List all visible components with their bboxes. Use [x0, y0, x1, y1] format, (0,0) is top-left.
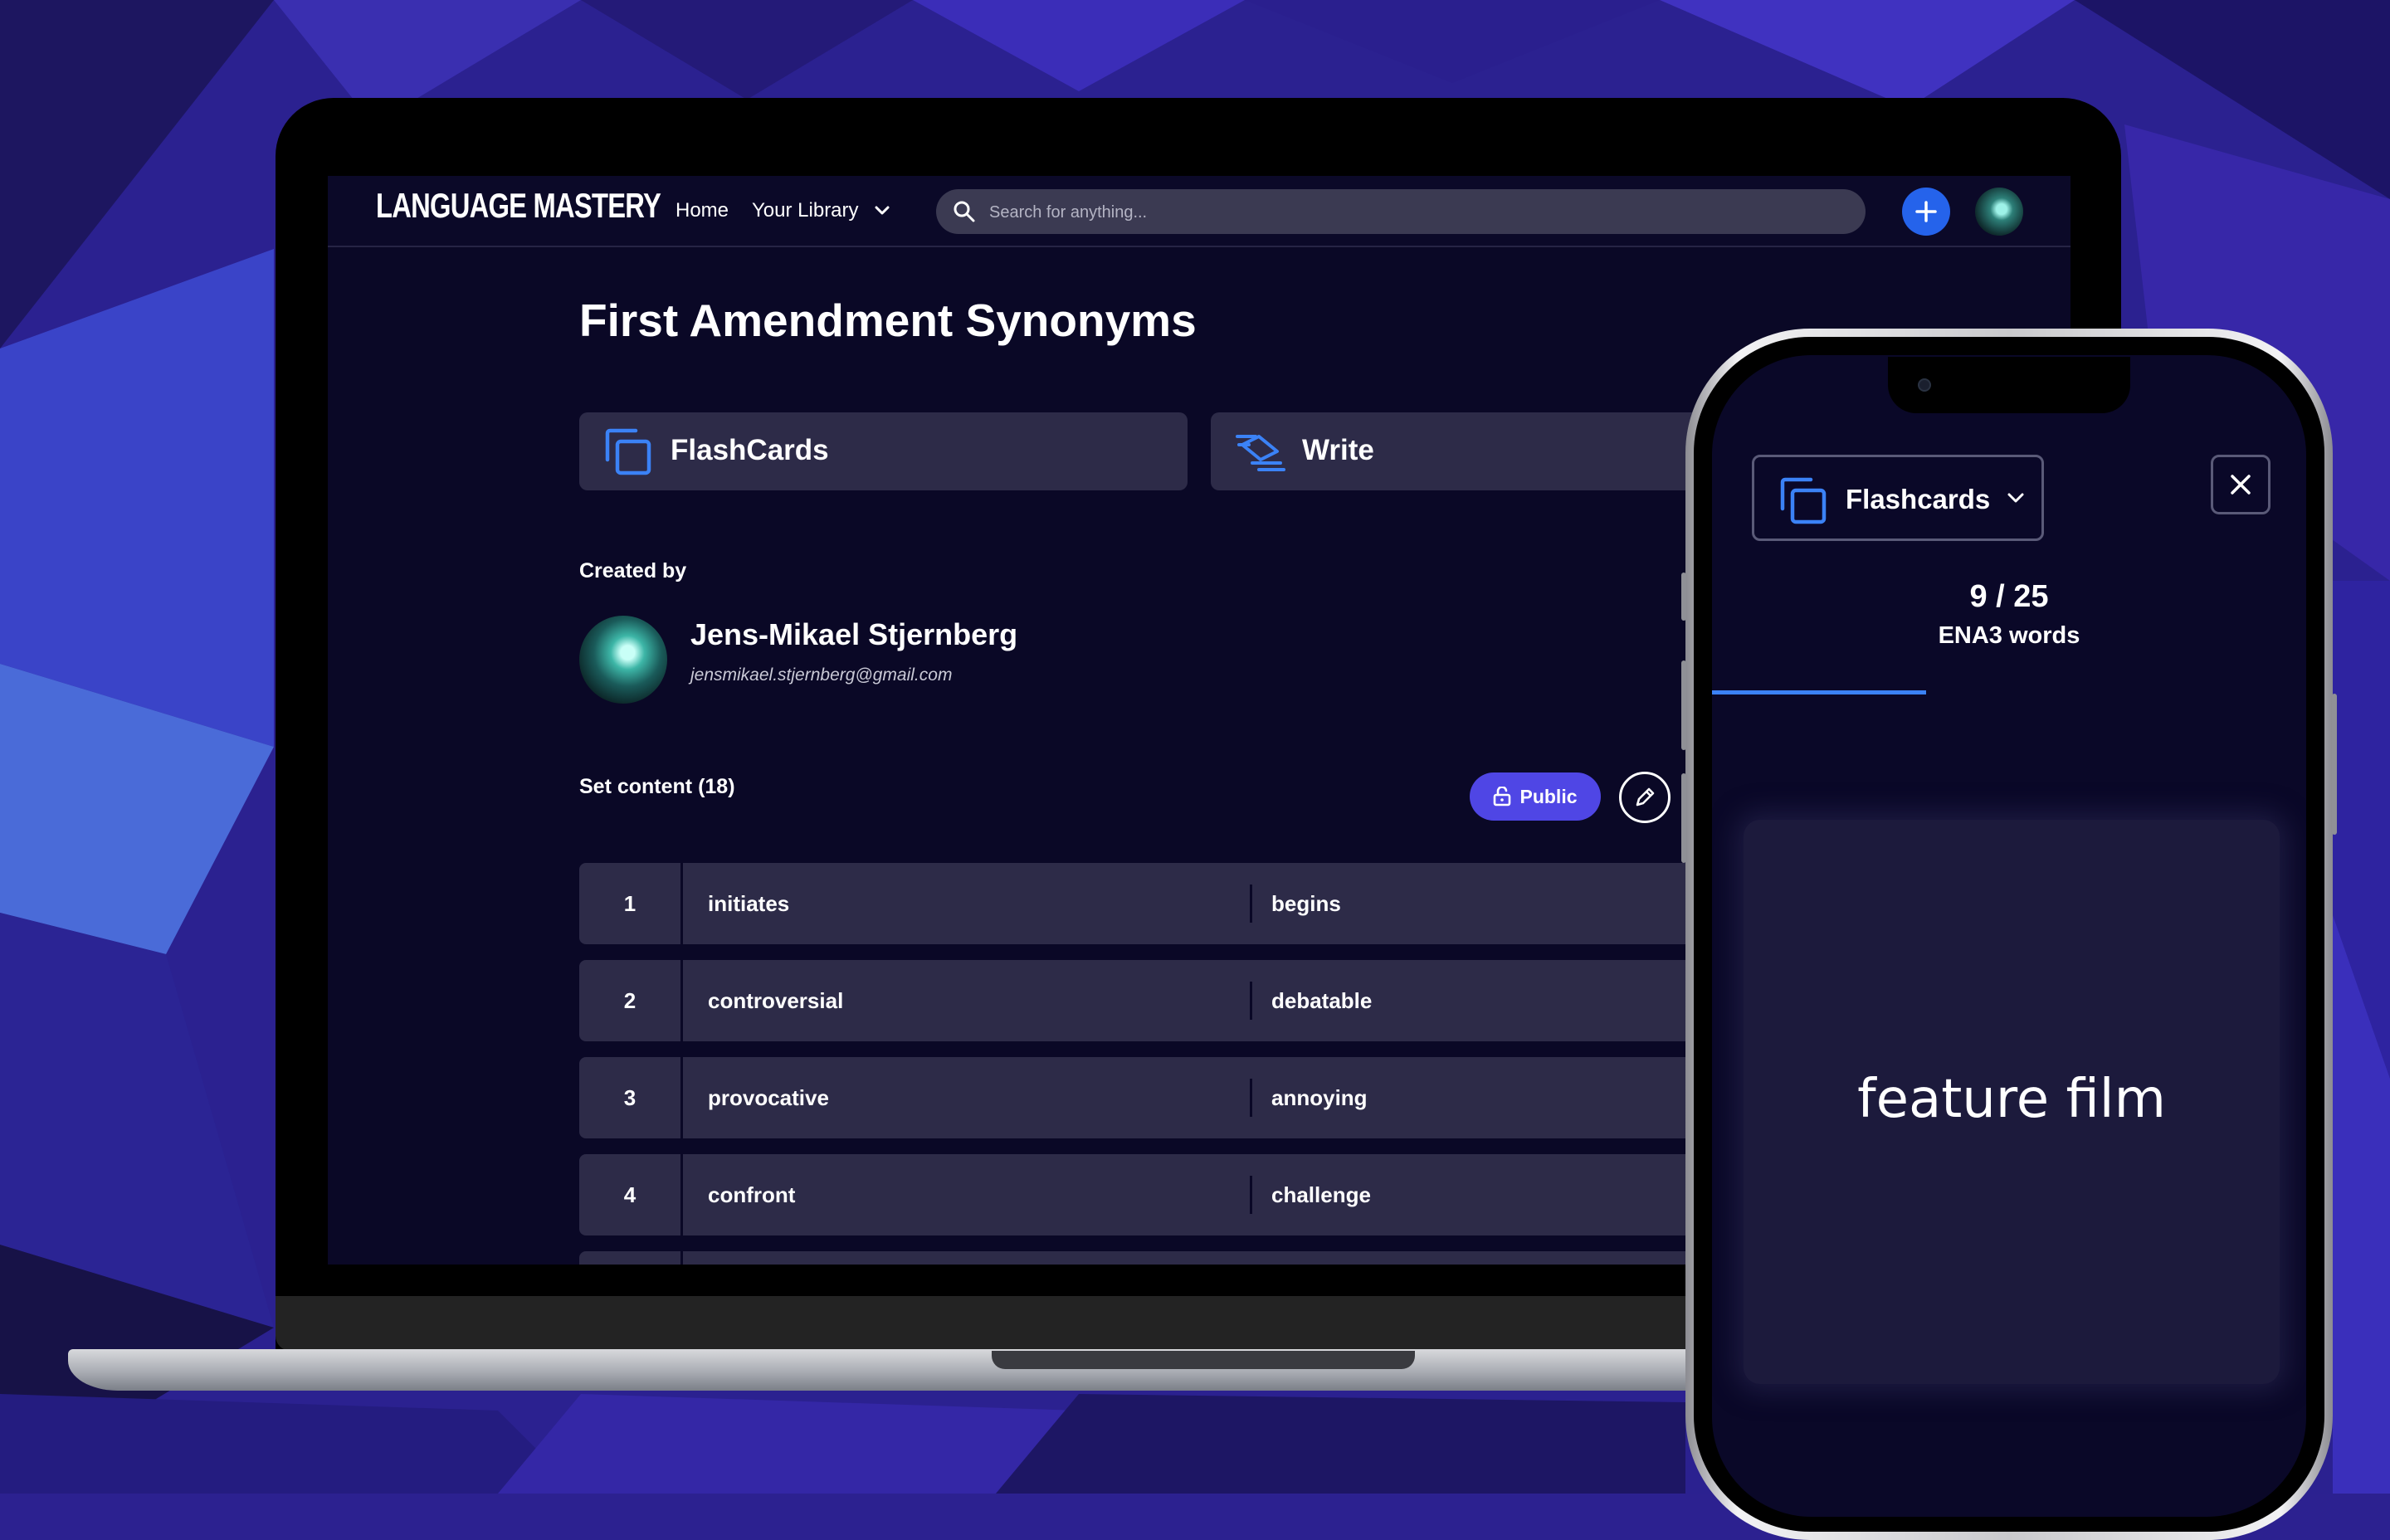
visibility-label: Public	[1519, 785, 1578, 807]
nav-home-link[interactable]: Home	[676, 199, 729, 222]
chevron-down-icon	[2007, 493, 2024, 503]
front-camera	[1918, 378, 1931, 392]
row-number: 4	[579, 1154, 683, 1235]
set-content-heading: Set content (18)	[579, 775, 735, 798]
study-mode-select[interactable]: Flashcards	[1752, 455, 2044, 541]
flashcard-text: feature film	[1857, 1069, 2166, 1130]
row-number: 1	[579, 863, 683, 944]
page-title: First Amendment Synonyms	[579, 295, 1197, 346]
study-mode-label: Flashcards	[1846, 484, 1991, 514]
search-input[interactable]	[988, 189, 1821, 236]
row-number: 2	[579, 960, 683, 1041]
set-name: ENA3 words	[1938, 622, 2080, 649]
row-divider	[1250, 982, 1252, 1020]
row-number	[579, 1251, 683, 1265]
cards-icon	[605, 428, 651, 475]
table-row[interactable]: 2 controversial debatable	[579, 960, 1741, 1041]
laptop-notch	[992, 1351, 1415, 1369]
creator-name[interactable]: Jens-Mikael Stjernberg	[690, 617, 1017, 652]
write-mode-label: Write	[1302, 434, 1374, 466]
close-button[interactable]	[2211, 455, 2270, 514]
table-row[interactable]	[579, 1251, 1741, 1265]
top-nav: LANGUAGE MASTERY Home Your Library	[328, 176, 2071, 247]
row-term: controversial	[708, 988, 844, 1013]
visibility-button[interactable]: Public	[1470, 772, 1601, 821]
row-definition: challenge	[1271, 1182, 1371, 1207]
search-bar[interactable]	[936, 189, 1866, 236]
row-definition: begins	[1271, 891, 1341, 916]
table-row[interactable]: 1 initiates begins	[579, 863, 1741, 944]
chevron-down-icon[interactable]	[874, 205, 890, 217]
card-counter: 9 / 25	[1969, 579, 2049, 614]
phone-screen: Flashcards 9 / 25 ENA3 words feature fil…	[1712, 355, 2306, 1517]
pencil-icon	[1636, 787, 1655, 807]
flashcards-mode-label: FlashCards	[671, 434, 829, 466]
flashcards-mode-button[interactable]: FlashCards	[579, 412, 1188, 490]
creator-email: jensmikael.stjernberg@gmail.com	[690, 665, 953, 685]
app-logo[interactable]: LANGUAGE MASTERY	[376, 186, 661, 226]
row-definition: debatable	[1271, 988, 1373, 1013]
add-button[interactable]	[1902, 188, 1950, 236]
row-term: provocative	[708, 1085, 829, 1110]
phone-side-button	[1681, 660, 1686, 750]
cards-icon	[1780, 477, 1827, 524]
flashcard[interactable]: feature film	[1744, 820, 2280, 1384]
write-icon	[1236, 435, 1285, 471]
row-definition: annoying	[1271, 1085, 1368, 1110]
phone-side-button	[1681, 573, 1686, 621]
close-icon	[2231, 475, 2251, 495]
creator-avatar[interactable]	[579, 616, 667, 704]
row-divider	[1250, 885, 1252, 923]
row-number: 3	[579, 1057, 683, 1138]
row-divider	[1250, 1079, 1252, 1117]
edit-button[interactable]	[1619, 772, 1671, 823]
table-row[interactable]: 4 confront challenge	[579, 1154, 1741, 1235]
plus-icon	[1915, 201, 1937, 222]
table-row[interactable]: 3 provocative annoying	[579, 1057, 1741, 1138]
created-by-label: Created by	[579, 559, 687, 582]
row-divider	[1250, 1176, 1252, 1214]
nav-library-link[interactable]: Your Library	[752, 199, 859, 222]
phone-side-button	[1681, 773, 1686, 863]
row-term: confront	[708, 1182, 796, 1207]
phone-side-button	[2332, 694, 2337, 835]
phone-dynamic-island	[1888, 357, 2130, 413]
unlock-icon	[1494, 787, 1511, 807]
row-term: initiates	[708, 891, 790, 916]
search-icon	[954, 201, 975, 222]
progress-bar	[1712, 690, 1926, 694]
user-avatar[interactable]	[1975, 188, 2023, 236]
